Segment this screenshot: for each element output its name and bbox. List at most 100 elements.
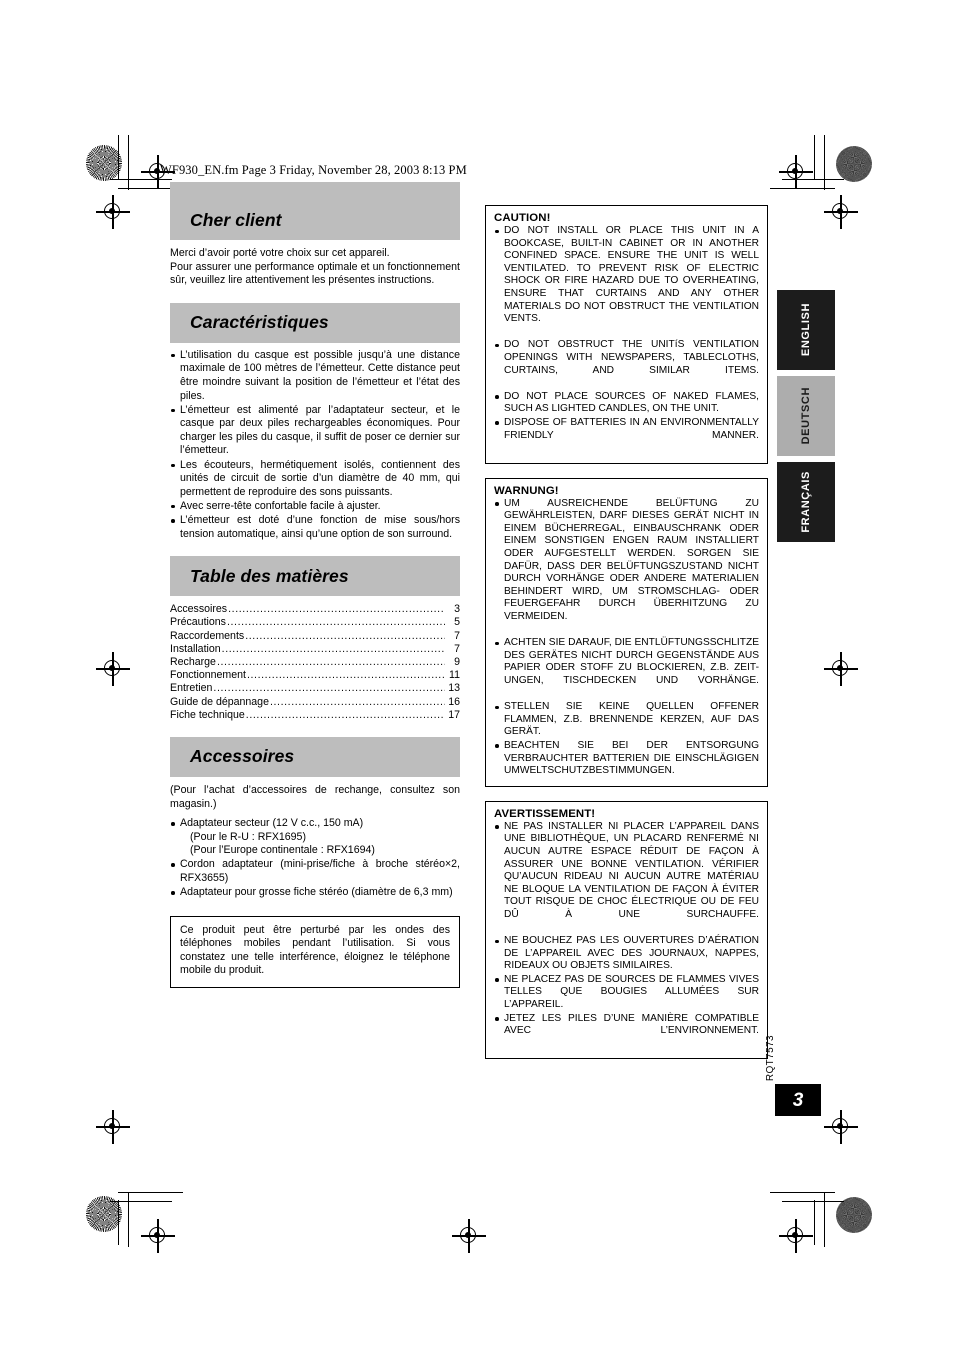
cher-client-paragraph-2: Pour assurer une performance optimale et…: [170, 260, 460, 287]
toc-row[interactable]: Fiche technique ........................…: [170, 709, 460, 722]
language-tab-deutsch[interactable]: DEUTSCH: [777, 376, 835, 456]
toc-page: 3: [454, 603, 460, 616]
list-item: Avec serre-tête confortable facile à aju…: [170, 500, 460, 514]
caution-box: CAUTION! DO NOT INSTALL OR PLACE THIS UN…: [485, 205, 768, 464]
halftone-circle-top-right: [836, 146, 872, 182]
page-number-badge: 3: [775, 1084, 821, 1116]
list-item: NE PAS INSTALLER NI PLACER L’APPAREIL DA…: [494, 821, 759, 934]
list-item: L’émetteur est alimenté par l’adaptateur…: [170, 404, 460, 458]
toc-leader-dots: ........................................…: [228, 603, 445, 616]
list-item-sub: (Pour l’Europe continentale : RFX1694): [190, 844, 375, 857]
toc-row[interactable]: Fonctionnement .........................…: [170, 669, 460, 682]
toc-row[interactable]: Recharge ...............................…: [170, 656, 460, 669]
toc-leader-dots: ........................................…: [221, 642, 445, 655]
list-item: Adaptateur secteur (12 V c.c., 150 mA) (…: [170, 817, 460, 858]
warnung-title: WARNUNG!: [494, 484, 559, 497]
toc-label: Entretien: [170, 682, 213, 695]
toc-leader-dots: ........................................…: [269, 695, 445, 708]
toc-page: 9: [454, 655, 460, 668]
toc-label: Fonctionnement: [170, 669, 246, 682]
avertissement-list: NE PAS INSTALLER NI PLACER L’APPAREIL DA…: [494, 821, 759, 1051]
registration-mark-bottom-left: [141, 1219, 175, 1253]
list-item: DISPOSE OF BATTERIES IN AN ENVIRONMENTAL…: [494, 417, 759, 455]
page-number: 3: [792, 1089, 804, 1111]
table-of-contents: Accessoires ............................…: [170, 603, 460, 722]
toc-row[interactable]: Précautions ............................…: [170, 616, 460, 629]
toc-page: 7: [454, 642, 460, 655]
list-item: Cordon adaptateur (mini-prise/fiche à br…: [170, 858, 460, 885]
crop-line-bottom-right-h2: [782, 1201, 844, 1203]
registration-mark-left-upper: [96, 195, 130, 229]
list-item: Les écouteurs, hermétiquement isolés, co…: [170, 459, 460, 500]
language-tab-english[interactable]: ENGLISH: [777, 290, 835, 370]
toc-label: Recharge: [170, 655, 216, 668]
language-tab-label: DEUTSCH: [800, 387, 812, 445]
caution-title: CAUTION!: [494, 212, 551, 224]
toc-label: Accessoires: [170, 603, 228, 616]
section-title: Table des matières: [190, 565, 349, 586]
toc-row[interactable]: Installation ...........................…: [170, 643, 460, 656]
mobile-phone-note-box: Ce produit peut être perturbé par les on…: [170, 915, 460, 989]
file-header-line: WF930_EN.fm Page 3 Friday, November 28, …: [160, 163, 467, 177]
accessoires-intro: (Pour l’achat d’accessoires de rechange,…: [170, 783, 460, 810]
crop-line-top-left-v2: [118, 135, 120, 180]
list-item: NE BOUCHEZ PAS LES OUVERTURES D’AÉRATION…: [494, 935, 759, 973]
avertissement-title: AVERTISSEMENT!: [494, 807, 596, 820]
avertissement-box: AVERTISSEMENT! NE PAS INSTALLER NI PLACE…: [485, 800, 768, 1060]
section-header-table-des-matieres: Table des matières: [170, 556, 460, 597]
section-title: Accessoires: [190, 746, 295, 767]
toc-leader-dots: ........................................…: [246, 669, 445, 682]
crop-line-bottom-left-v2: [118, 1200, 120, 1245]
toc-row[interactable]: Entretien ..............................…: [170, 682, 460, 695]
toc-row[interactable]: Raccordements ..........................…: [170, 630, 460, 643]
toc-page: 11: [449, 669, 460, 682]
toc-row[interactable]: Accessoires ............................…: [170, 603, 460, 616]
section-header-caracteristiques: Caractéristiques: [170, 302, 460, 343]
toc-leader-dots: ........................................…: [216, 655, 445, 668]
left-column: Cher client Merci d’avoir porté votre ch…: [170, 200, 460, 989]
section-title: Cher client: [190, 209, 282, 230]
crop-line-bottom-left-h: [118, 1192, 183, 1194]
list-item: BEACHTEN SIE BEI DER ENTSORGUNG VERBRAUC…: [494, 740, 759, 778]
toc-page: 17: [448, 708, 460, 721]
list-item-main: Adaptateur secteur (12 V c.c., 150 mA): [180, 817, 364, 830]
crop-line-bottom-left-h2: [110, 1201, 172, 1203]
toc-page: 7: [454, 629, 460, 642]
warnung-box: WARNUNG! UM AUSREICHENDE BELÜFTUNG ZU GE…: [485, 477, 768, 787]
toc-row[interactable]: Guide de dépannage .....................…: [170, 696, 460, 709]
halftone-circle-top-left: [86, 145, 122, 181]
list-item-sub: (Pour le R-U : RFX1695): [190, 830, 306, 843]
note-text: Ce produit peut être perturbé par les on…: [180, 923, 450, 977]
language-tab-label: FRANÇAIS: [800, 471, 812, 533]
toc-label: Installation: [170, 642, 221, 655]
toc-page: 5: [454, 616, 460, 629]
halftone-circle-bottom-right: [836, 1197, 872, 1233]
cher-client-paragraph-1: Merci d’avoir porté votre choix sur cet …: [170, 247, 390, 259]
toc-page: 13: [448, 682, 460, 695]
language-tab-francais[interactable]: FRANÇAIS: [777, 462, 835, 542]
toc-label: Guide de dépannage: [170, 695, 269, 708]
registration-mark-left-lower: [96, 1110, 130, 1144]
crop-line-top-right-v2: [814, 135, 816, 180]
toc-label: Raccordements: [170, 629, 245, 642]
list-item: JETEZ LES PILES D’UNE MANIÈRE COMPATIBLE…: [494, 1013, 759, 1051]
toc-label: Précautions: [170, 616, 226, 629]
toc-leader-dots: ........................................…: [226, 616, 445, 629]
accessoires-list: Adaptateur secteur (12 V c.c., 150 mA) (…: [170, 817, 460, 900]
list-item: ACHTEN SIE DARAUF, DIE ENTLÜFTUNGSSCHLIT…: [494, 637, 759, 700]
list-item: DO NOT OBSTRUCT THE UNITíS VENTILATION O…: [494, 339, 759, 389]
section-header-accessoires: Accessoires: [170, 736, 460, 777]
list-item: DO NOT INSTALL OR PLACE THIS UNIT IN A B…: [494, 225, 759, 338]
registration-mark-left-middle: [96, 652, 130, 686]
list-item-main: Adaptateur pour grosse fiche stéréo (dia…: [180, 886, 453, 899]
list-item: DO NOT PLACE SOURCES OF NAKED FLAMES, SU…: [494, 391, 759, 416]
caracteristiques-list: L’utilisation du casque est possible jus…: [170, 349, 460, 541]
registration-mark-right-lower: [824, 1110, 858, 1144]
toc-leader-dots: ........................................…: [245, 708, 445, 721]
crop-line-bottom-right-h: [770, 1192, 835, 1194]
list-item: L’utilisation du casque est possible jus…: [170, 349, 460, 403]
toc-label: Fiche technique: [170, 708, 245, 721]
toc-leader-dots: ........................................…: [213, 682, 445, 695]
list-item: UM AUSREICHENDE BELÜFTUNG ZU GEWÄHRLEIST…: [494, 498, 759, 637]
caution-list: DO NOT INSTALL OR PLACE THIS UNIT IN A B…: [494, 225, 759, 455]
